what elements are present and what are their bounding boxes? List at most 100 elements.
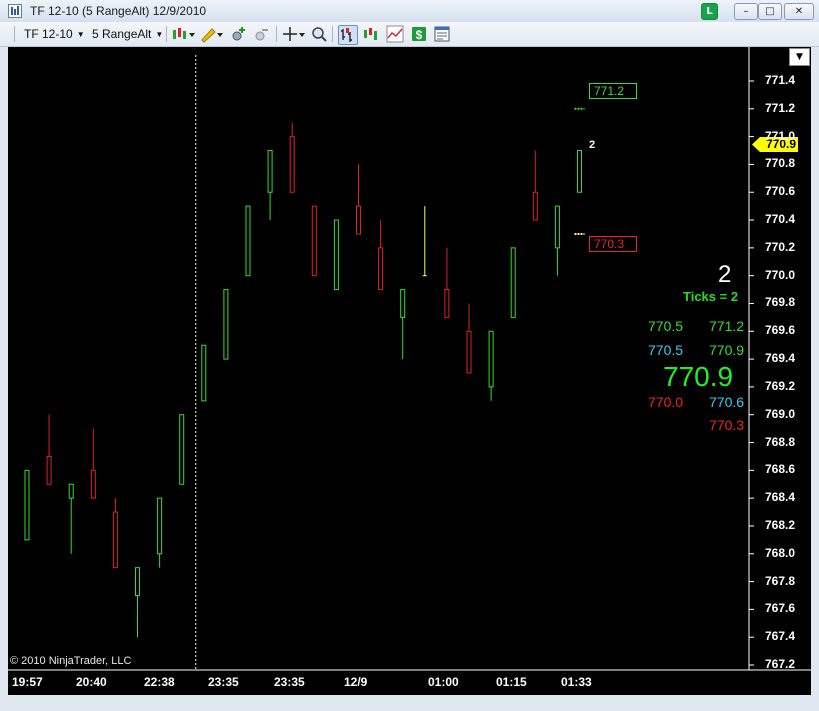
target-price-tag: 771.2 [589,83,637,99]
candle-body [510,247,516,318]
y-axis-label: 767.2 [765,657,796,671]
draw-tool-icon[interactable] [200,25,224,43]
y-axis-label: 768.8 [765,434,796,449]
row2-right-value: 770.9 [709,342,745,358]
last-price-large: 770.9 [663,361,734,392]
chart-app-icon [8,4,22,18]
x-axis-label: 01:15 [496,675,527,689]
y-axis-label: 770.6 [765,184,796,199]
candle-body [46,455,52,485]
y-axis-label: 767.8 [765,573,796,588]
row4-right-value: 770.3 [709,417,745,433]
close-button[interactable]: ✕ [784,3,814,20]
row3-left-value: 770.0 [648,394,684,410]
y-axis-label: 767.4 [765,629,796,644]
x-axis-label: 19:57 [12,675,43,689]
y-axis-label: 769.4 [765,351,796,366]
period-label: 5 RangeAlt [92,27,152,41]
scale-dropdown-button[interactable]: ▼ [789,48,810,66]
row1-left-value: 770.5 [648,318,684,334]
y-axis-label: 769.2 [765,378,796,393]
y-axis-label: 767.6 [765,601,796,616]
ticks-label: Ticks = 2 [683,289,739,304]
magnifier-icon[interactable] [310,25,328,43]
copyright-text: © 2010 NinjaTrader, LLC [10,655,132,667]
y-axis-label: 770.4 [765,212,796,227]
candle-body [267,150,273,193]
candle-body [68,483,74,499]
price-chart[interactable]: ▼ 771.2 770.3 2 2 Ticks = 2 770.5 771.2 … [8,47,811,695]
chart-toolbar: TF 12-10 ▼ 5 RangeAlt ▼ $ [0,22,819,47]
candle-body [532,191,538,221]
y-axis-label: 771.0 [765,128,796,143]
candle-body [223,289,229,360]
chevron-down-icon: ▼ [155,29,164,39]
candle-body [333,219,339,291]
y-axis-label: 768.4 [765,490,796,505]
y-axis-label: 768.2 [765,517,796,532]
candle-body [289,136,295,193]
window-title: TF 12-10 (5 RangeAlt) 12/9/2010 [30,4,207,18]
candle-body [112,511,118,569]
toolbar-grip [14,26,15,42]
candle-body [135,567,140,596]
crosshair-icon[interactable] [282,25,306,43]
y-axis-label: 768.6 [765,462,796,477]
y-axis-label: 770.0 [765,267,796,282]
bar-chart-icon[interactable] [338,25,358,45]
svg-text:$: $ [416,28,423,42]
x-axis-label: 22:38 [144,675,175,689]
row1-right-value: 771.2 [709,318,745,334]
title-bar: TF 12-10 (5 RangeAlt) 12/9/2010 L – □ ✕ [0,0,819,23]
toolbar-divider [166,26,167,42]
candle-body [245,205,251,277]
y-axis-label: 770.8 [765,156,796,171]
status-bar [0,696,819,711]
y-axis-label: 769.0 [765,406,796,421]
y-axis-label: 769.8 [765,295,796,310]
candle-body [466,330,472,374]
y-axis-label: 769.6 [765,323,796,338]
x-axis-label: 23:35 [208,675,239,689]
toolbar-divider [332,26,333,42]
restore-button[interactable]: □ [758,3,782,20]
chevron-down-icon: ▼ [76,29,85,39]
properties-icon[interactable] [433,25,451,43]
zoom-in-icon[interactable] [230,25,248,43]
tick-count-large: 2 [718,261,732,288]
stop-price-tag: 770.3 [589,236,637,252]
x-axis-label: 12/9 [344,675,368,689]
link-button[interactable]: L [701,3,718,20]
row2-left-value: 770.5 [648,342,684,358]
y-axis-label: 768.0 [765,545,796,560]
x-axis-label: 23:35 [274,675,305,689]
instrument-label: TF 12-10 [24,27,73,41]
line-chart-icon[interactable] [386,25,404,43]
toolbar-divider [276,26,277,42]
candle-body [179,414,185,485]
candlestick-icon[interactable] [362,25,380,43]
period-selector[interactable]: 5 RangeAlt ▼ [92,25,163,43]
y-axis-label: 771.4 [765,73,796,87]
candle-body [444,289,450,318]
candle-body [488,330,494,388]
row3-right-value: 770.6 [709,394,745,410]
minimize-button[interactable]: – [734,3,758,20]
candle-body [554,205,560,249]
instrument-selector[interactable]: TF 12-10 ▼ [24,25,85,43]
dollar-icon[interactable]: $ [410,25,428,43]
candle-body [157,497,163,555]
y-axis-label: 771.2 [765,100,796,115]
candle-body [90,469,96,499]
candle-body [356,205,361,235]
x-axis-label: 01:33 [561,675,592,689]
x-axis-label: 20:40 [76,675,107,689]
zoom-out-icon[interactable] [253,25,271,43]
x-axis-label: 01:00 [428,675,459,689]
y-axis-label: 770.2 [765,239,796,254]
candle-body [577,150,582,193]
candle-body [201,344,207,402]
candle-body [24,469,30,541]
candle-body [378,247,384,291]
chart-style-icon[interactable] [172,25,196,43]
